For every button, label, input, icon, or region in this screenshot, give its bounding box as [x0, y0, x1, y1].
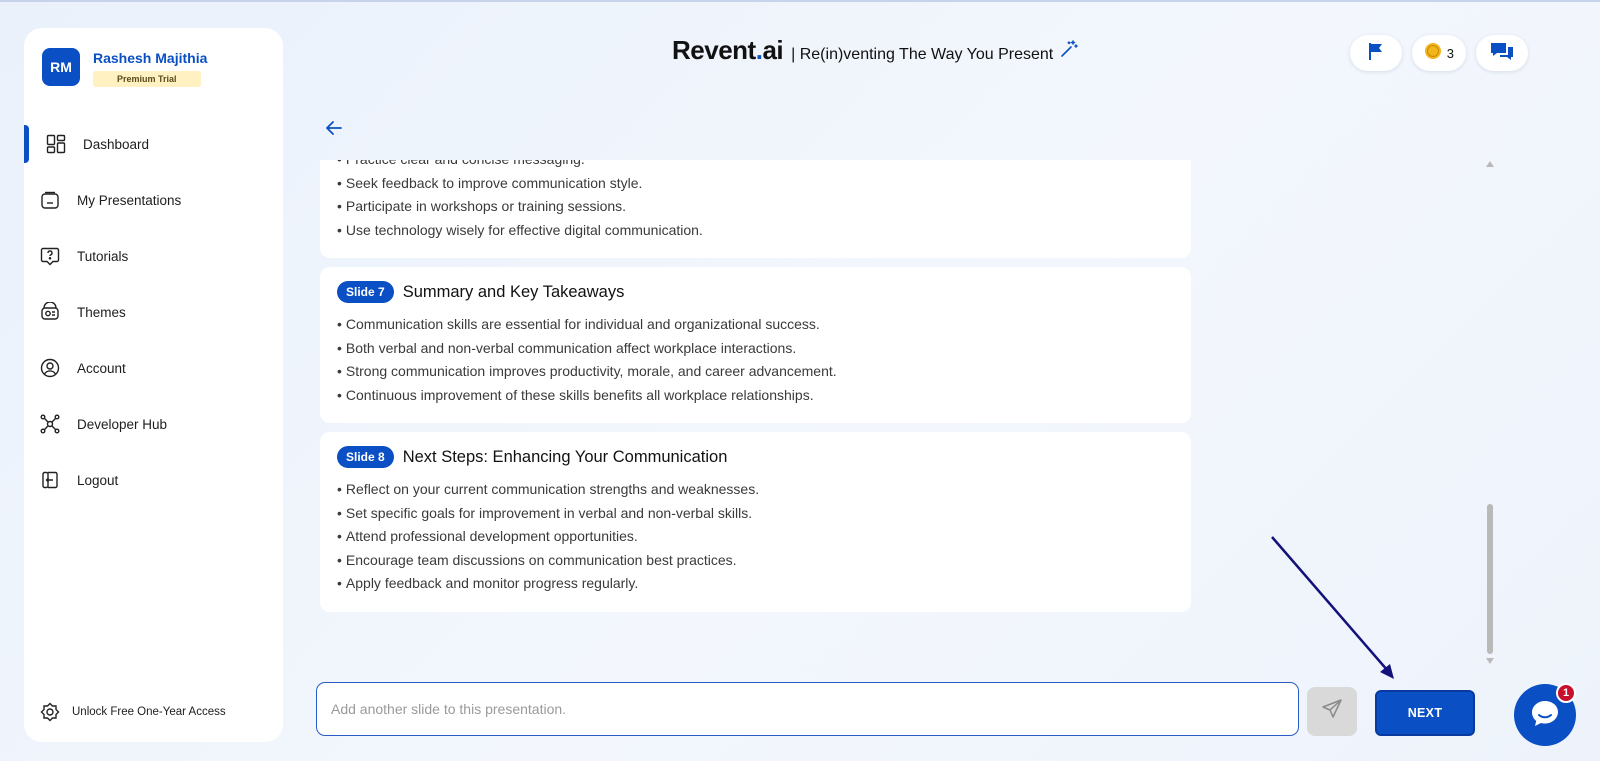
dashboard-icon — [46, 134, 66, 154]
slide-bullet: Set specific goals for improvement in ve… — [337, 502, 1174, 526]
flag-icon — [1366, 41, 1386, 66]
coin-icon — [1424, 42, 1442, 65]
sidebar-item-label: Developer Hub — [77, 416, 168, 432]
help-icon — [40, 246, 60, 266]
chat-icon — [1529, 698, 1561, 733]
sidebar-item-logout[interactable]: Logout — [24, 460, 283, 500]
add-slide-input[interactable] — [317, 683, 1298, 735]
coin-count: 3 — [1446, 45, 1454, 61]
arrow-left-icon — [325, 121, 343, 140]
network-icon — [40, 414, 60, 434]
slide-card-8: Slide 8 Next Steps: Enhancing Your Commu… — [320, 432, 1191, 612]
brand-tagline: | Re(in)venting The Way You Present — [791, 46, 1054, 63]
add-slide-field[interactable] — [316, 682, 1299, 736]
slide-bullet: Attend professional development opportun… — [337, 525, 1174, 549]
send-button[interactable] — [1307, 687, 1357, 736]
brand-header: Revent.ai | Re(in)venting The Way You Pr… — [672, 35, 1079, 66]
slide-number-badge: Slide 7 — [337, 281, 394, 303]
slide-bullet: Practice clear and concise messaging. — [337, 160, 1174, 172]
slide-bullet: Apply feedback and monitor progress regu… — [337, 572, 1174, 596]
user-circle-icon — [40, 358, 60, 378]
slide-card-7: Slide 7 Summary and Key Takeaways Commun… — [320, 267, 1191, 423]
top-actions: 3 — [1349, 35, 1528, 71]
slide-bullet: Seek feedback to improve communication s… — [337, 172, 1174, 196]
palette-icon — [40, 302, 60, 322]
sidebar-item-label: Logout — [77, 472, 119, 488]
sidebar-item-label: Tutorials — [77, 248, 129, 264]
sidebar-item-label: Dashboard — [83, 136, 150, 152]
user-name: Rashesh Majithia — [93, 50, 208, 66]
plan-badge: Premium Trial — [93, 71, 201, 87]
send-icon — [1321, 698, 1343, 725]
slide-bullet: Both verbal and non-verbal communication… — [337, 337, 1174, 361]
slide-bullet: Communication skills are essential for i… — [337, 313, 1174, 337]
sidebar: RM Rashesh Majithia Premium Trial Dashbo… — [24, 28, 283, 742]
slide-outline-list: Practice clear and concise messaging. Se… — [320, 160, 1191, 615]
slide-bullet: Strong communication improves productivi… — [337, 360, 1174, 384]
sidebar-nav: Dashboard My Presentations Tutorials The… — [24, 124, 283, 516]
sidebar-item-my-presentations[interactable]: My Presentations — [24, 180, 283, 220]
sidebar-item-themes[interactable]: Themes — [24, 292, 283, 332]
slide-number-badge: Slide 8 — [337, 446, 394, 468]
slide-bullet: Encourage team discussions on communicat… — [337, 549, 1174, 573]
gift-tag-icon — [40, 702, 60, 722]
sidebar-item-label: My Presentations — [77, 192, 182, 208]
slide-title: Next Steps: Enhancing Your Communication — [402, 447, 728, 466]
scroll-up-arrow[interactable] — [1486, 161, 1494, 167]
avatar: RM — [42, 48, 80, 86]
sidebar-item-label: Themes — [77, 304, 126, 320]
feedback-button[interactable] — [1476, 35, 1528, 71]
presentation-icon — [40, 190, 60, 210]
flag-button[interactable] — [1349, 35, 1402, 71]
back-button[interactable] — [325, 120, 343, 141]
sidebar-item-developer-hub[interactable]: Developer Hub — [24, 404, 283, 444]
notification-badge: 1 — [1556, 683, 1576, 703]
logout-icon — [40, 470, 60, 490]
coins-button[interactable]: 3 — [1411, 35, 1466, 71]
slide-bullet: Use technology wisely for effective digi… — [337, 219, 1174, 243]
slide-card-6: Practice clear and concise messaging. Se… — [320, 160, 1191, 258]
unlock-label: Unlock Free One-Year Access — [72, 706, 226, 718]
user-profile[interactable]: RM Rashesh Majithia Premium Trial — [42, 48, 207, 87]
sidebar-item-account[interactable]: Account — [24, 348, 283, 388]
scrollbar-thumb[interactable] — [1487, 504, 1493, 654]
brand-logo: Revent.ai — [672, 35, 784, 65]
scroll-down-arrow[interactable] — [1486, 658, 1494, 664]
magic-wand-icon — [1059, 39, 1079, 64]
slide-bullet: Continuous improvement of these skills b… — [337, 384, 1174, 408]
unlock-free-access-link[interactable]: Unlock Free One-Year Access — [40, 702, 226, 722]
next-button[interactable]: NEXT — [1375, 690, 1475, 736]
sidebar-item-label: Account — [77, 360, 126, 376]
sidebar-item-tutorials[interactable]: Tutorials — [24, 236, 283, 276]
chat-bubbles-icon — [1490, 41, 1514, 66]
slide-bullet: Reflect on your current communication st… — [337, 478, 1174, 502]
slide-bullet: Participate in workshops or training ses… — [337, 195, 1174, 219]
sidebar-item-dashboard[interactable]: Dashboard — [24, 124, 283, 164]
slide-title: Summary and Key Takeaways — [402, 282, 625, 301]
